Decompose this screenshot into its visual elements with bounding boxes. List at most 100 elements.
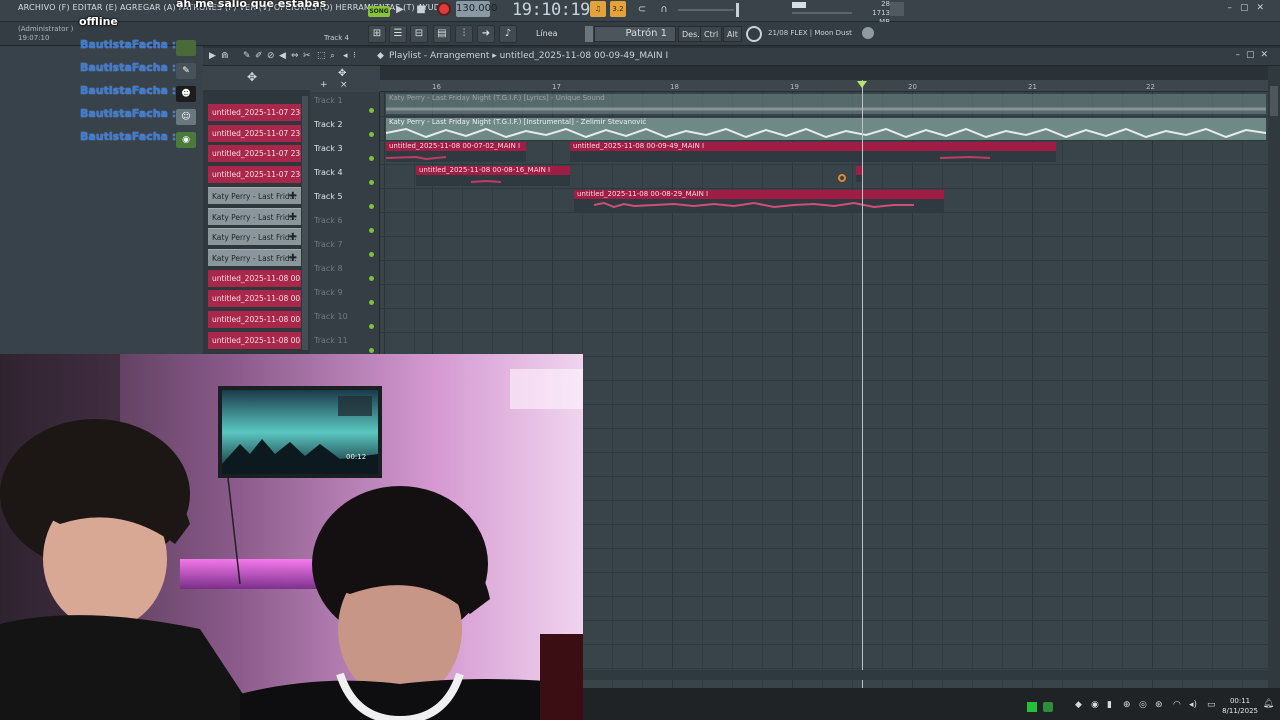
- add-icon[interactable]: ✚: [289, 250, 297, 266]
- slip-icon[interactable]: ⇔: [291, 51, 299, 61]
- mute-icon[interactable]: ◀: [279, 51, 286, 61]
- track-name[interactable]: Track 1: [314, 96, 343, 105]
- zoom-icon[interactable]: ⌕: [330, 51, 335, 61]
- picker-item[interactable]: untitled_2025-11-07 23-...: [208, 145, 301, 163]
- track-enable-led[interactable]: [369, 276, 374, 281]
- clock[interactable]: 00:11 8/11/2025: [1222, 696, 1258, 716]
- song-mode-toggle[interactable]: SONG: [368, 6, 390, 17]
- channel-rack-icon[interactable]: ▤: [433, 25, 451, 43]
- play-button[interactable]: ▶: [392, 2, 408, 18]
- pattern-select[interactable]: Patrón 1: [594, 26, 676, 42]
- play-arrow-icon[interactable]: ▶: [209, 51, 216, 61]
- picker-item[interactable]: untitled_2025-11-07 23-...: [208, 124, 301, 142]
- app-icon-green[interactable]: [1027, 702, 1037, 712]
- volume-icon[interactable]: ◂): [1189, 700, 1197, 710]
- battery-icon[interactable]: ▭: [1207, 700, 1216, 710]
- browser-icon[interactable]: [746, 26, 762, 42]
- track-enable-led[interactable]: [369, 228, 374, 233]
- picker-item[interactable]: Katy Perry - Last Frid... ✚: [208, 248, 301, 266]
- loop-record-icon[interactable]: ∩: [656, 2, 672, 18]
- news-icon[interactable]: [862, 27, 874, 39]
- tempo-display[interactable]: 130.000: [456, 1, 497, 17]
- track-enable-led[interactable]: [369, 108, 374, 113]
- playlist-icon[interactable]: ☰: [389, 25, 407, 43]
- track-enable-led[interactable]: [369, 132, 374, 137]
- pattern-clip-track3a[interactable]: untitled_2025-11-08 00-07-02_MAIN I: [386, 142, 526, 162]
- snap-select[interactable]: Línea: [532, 27, 576, 41]
- pattern-prev-icon[interactable]: [585, 26, 593, 42]
- track-name[interactable]: Track 10: [314, 312, 348, 321]
- pattern-clip-track3b[interactable]: untitled_2025-11-08 00-09-49_MAIN I: [570, 142, 1056, 162]
- app-icon-nvidia[interactable]: [1043, 702, 1053, 712]
- track-name[interactable]: Track 9: [314, 288, 343, 297]
- track-enable-led[interactable]: [369, 324, 374, 329]
- select-icon[interactable]: ⬚: [317, 51, 326, 61]
- wifi-icon[interactable]: ◠: [1173, 700, 1181, 710]
- track-name[interactable]: Track 2: [314, 120, 343, 129]
- move-icon[interactable]: ✥: [338, 68, 346, 79]
- add-track-icon[interactable]: +: [320, 80, 328, 90]
- track-name[interactable]: Track 4: [314, 168, 343, 177]
- window-controls[interactable]: –▢✕: [1227, 3, 1272, 13]
- menu-icon[interactable]: ⁝: [353, 51, 356, 61]
- playhead-marker-icon[interactable]: [857, 81, 867, 88]
- mixer-icon[interactable]: ⫶: [455, 25, 473, 43]
- network-icon[interactable]: ⊕: [1123, 700, 1131, 710]
- playlist-window-controls[interactable]: –▢✕: [1235, 50, 1274, 60]
- track-enable-led[interactable]: [369, 180, 374, 185]
- track-name[interactable]: Track 3: [314, 144, 343, 153]
- track-name[interactable]: Track 5: [314, 192, 343, 201]
- master-volume-slider[interactable]: [678, 9, 734, 11]
- pattern-clip-track4[interactable]: untitled_2025-11-08 00-08-16_MAIN I: [416, 166, 570, 186]
- track-enable-led[interactable]: [369, 204, 374, 209]
- add-icon[interactable]: ✚: [289, 229, 297, 245]
- remove-track-icon[interactable]: ×: [340, 80, 348, 90]
- picker-item[interactable]: untitled_2025-11-08 00-...: [208, 311, 301, 328]
- timeline-ruler[interactable]: 16 17 18 19 20 21 22: [380, 80, 1268, 92]
- master-volume-handle[interactable]: [736, 3, 739, 17]
- playlist-arrows-icon[interactable]: ◆: [377, 51, 384, 61]
- track-name[interactable]: Track 8: [314, 264, 343, 273]
- track-name[interactable]: Track 6: [314, 216, 343, 225]
- add-icon[interactable]: ✚: [289, 188, 297, 204]
- piano-roll-icon[interactable]: ⊟: [410, 25, 428, 43]
- add-icon[interactable]: ✚: [289, 209, 297, 225]
- picker-item[interactable]: Katy Perry - Last Frid... ✚: [208, 186, 301, 204]
- steam-icon[interactable]: ⊛: [1155, 700, 1163, 710]
- discord-icon[interactable]: ◉: [1091, 700, 1099, 710]
- vertical-scrollbar[interactable]: [1268, 66, 1280, 688]
- track-name[interactable]: Track 11: [314, 336, 348, 345]
- slice-icon[interactable]: ✂: [303, 51, 311, 61]
- tray-app-icon[interactable]: ◆: [1075, 700, 1082, 710]
- mic-icon[interactable]: ▮: [1107, 700, 1112, 710]
- track-name[interactable]: Track 7: [314, 240, 343, 249]
- audio-clip-track1[interactable]: Katy Perry - Last Friday Night (T.G.I.F.…: [386, 94, 1266, 114]
- wait-input-icon[interactable]: ⊂: [634, 2, 650, 18]
- metronome-icon[interactable]: ♫: [590, 1, 606, 17]
- countdown-icon[interactable]: 3.2: [610, 1, 626, 17]
- ctrl-button[interactable]: Ctrl: [700, 26, 723, 42]
- track-enable-led[interactable]: [369, 348, 374, 353]
- picker-item[interactable]: untitled_2025-11-08 00-...: [208, 331, 301, 349]
- picker-item[interactable]: untitled_2025-11-07 23-...: [208, 166, 301, 184]
- picker-item[interactable]: untitled_2025-11-07 23-...: [208, 104, 301, 121]
- snap-icon[interactable]: ⊞: [368, 25, 386, 43]
- track-enable-led[interactable]: [369, 156, 374, 161]
- microphone-icon[interactable]: ♪: [499, 25, 517, 43]
- magnet-icon[interactable]: ⋒: [221, 51, 229, 61]
- record-button[interactable]: [437, 2, 451, 16]
- notification-icon[interactable]: 🔔︎: [1263, 699, 1274, 709]
- playhead[interactable]: [862, 80, 863, 688]
- pencil-icon[interactable]: ✎: [243, 51, 251, 61]
- obs-icon[interactable]: ◎: [1139, 700, 1147, 710]
- stop-button[interactable]: ■: [413, 2, 429, 18]
- alt-button[interactable]: Alt: [723, 26, 742, 42]
- audio-clip-track2[interactable]: Katy Perry - Last Friday Night (T.G.I.F.…: [386, 118, 1266, 140]
- picker-item[interactable]: untitled_2025-11-08 00-...: [208, 290, 301, 308]
- track-enable-led[interactable]: [369, 252, 374, 257]
- picker-item[interactable]: untitled_2025-11-08 00-...: [208, 269, 301, 287]
- brush-icon[interactable]: ✐: [255, 51, 263, 61]
- track-enable-led[interactable]: [369, 300, 374, 305]
- picker-scrollbar[interactable]: [302, 96, 308, 350]
- picker-item[interactable]: Katy Perry - Last Frid... ✚: [208, 207, 301, 225]
